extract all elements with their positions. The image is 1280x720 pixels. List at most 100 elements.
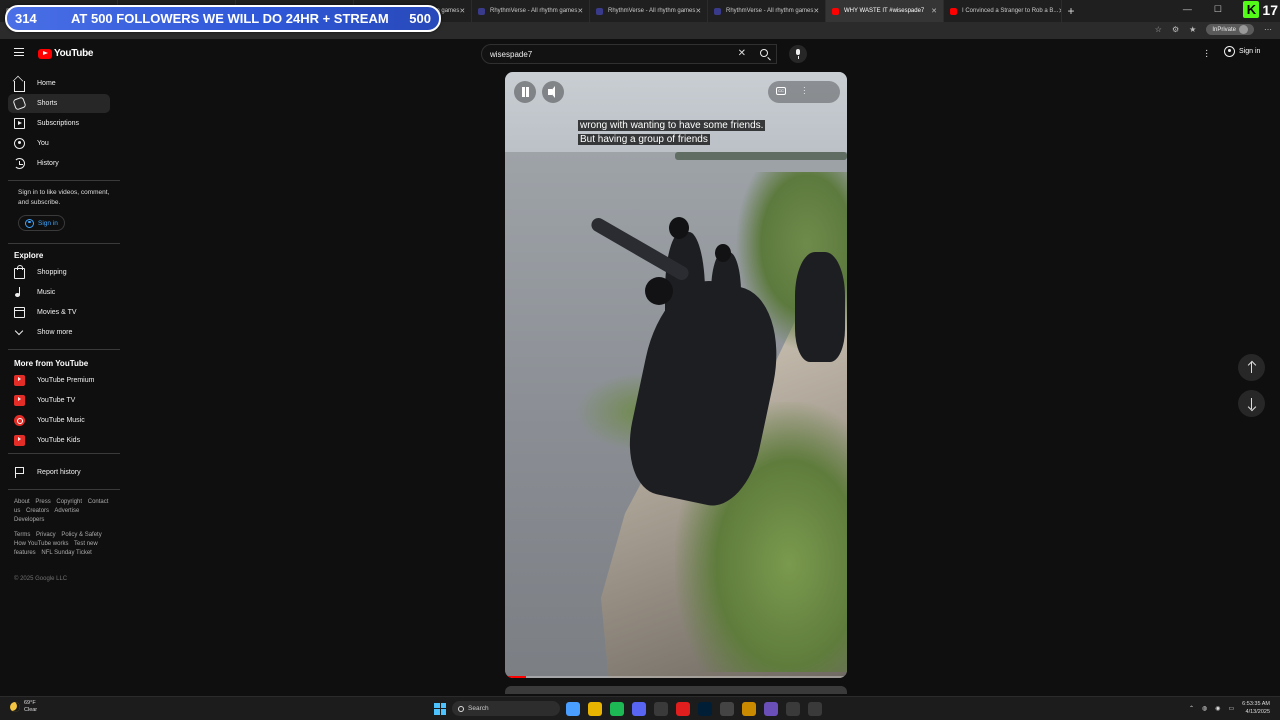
footer-links-secondary: Terms Privacy Policy & Safety How YouTub…: [14, 531, 114, 558]
search-box[interactable]: ✕: [481, 44, 777, 64]
header-signin-button[interactable]: Sign in: [1224, 46, 1260, 57]
youtube-tv-icon: [14, 395, 25, 406]
footer-links-primary: About Press Copyright Contact us Creator…: [14, 498, 114, 525]
footer-link[interactable]: Policy & Safety: [61, 532, 101, 538]
taskbar-app-icon[interactable]: [654, 701, 668, 716]
hamburger-menu-icon[interactable]: [14, 48, 24, 56]
sidebar-item-subscriptions[interactable]: Subscriptions: [8, 114, 110, 133]
footer-link[interactable]: NFL Sunday Ticket: [41, 550, 91, 556]
sidebar-signin-button[interactable]: Sign in: [18, 215, 65, 231]
captions-icon[interactable]: CC: [776, 87, 786, 95]
taskbar-app-icon[interactable]: [676, 701, 690, 716]
footer-link[interactable]: Developers: [14, 517, 44, 523]
tab-close-icon[interactable]: ✕: [577, 7, 583, 15]
tray-overflow-icon[interactable]: ⌃: [1189, 705, 1194, 712]
sidebar-item-report-history[interactable]: Report history: [8, 463, 110, 482]
sidebar: Home Shorts Subscriptions You History Sign i…: [0, 69, 122, 689]
tab-close-icon[interactable]: ✕: [695, 7, 701, 15]
sidebar-item-youtube-kids[interactable]: YouTube Kids: [8, 431, 110, 450]
sidebar-item-show-more[interactable]: Show more: [8, 323, 110, 342]
footer-link[interactable]: Press: [35, 499, 50, 505]
window-controls: — ☐: [1183, 4, 1222, 15]
footer-link[interactable]: About: [14, 499, 30, 505]
progress-bar[interactable]: [505, 676, 847, 678]
windows-taskbar: 69°F Clear Search ⌃ ◍ ◉ ▭ 6:53:35 AM 4/1…: [0, 696, 1280, 720]
youtube-logo[interactable]: YouTube: [38, 48, 94, 59]
clock[interactable]: 6:53:35 AM 4/13/2025: [1242, 700, 1270, 716]
sidebar-item-youtube-music[interactable]: YouTube Music: [8, 411, 110, 430]
address-bar-icons: ☆ ⚙ ★ InPrivate ⋯: [1155, 24, 1272, 35]
taskbar-app-icon[interactable]: [720, 701, 734, 716]
more-from-youtube-title: More from YouTube: [14, 359, 89, 368]
pause-button[interactable]: [514, 81, 536, 103]
taskbar-search[interactable]: Search: [452, 701, 560, 716]
tab-close-icon[interactable]: ✕: [459, 7, 465, 15]
next-short-button[interactable]: [1238, 390, 1265, 417]
sidebar-item-shopping[interactable]: Shopping: [8, 263, 110, 282]
browser-tab[interactable]: RhythmVerse - All rhythm games✕: [708, 0, 826, 22]
taskbar-app-icon[interactable]: [742, 701, 756, 716]
footer-link[interactable]: Advertise: [54, 508, 79, 514]
sidebar-item-label: YouTube Kids: [37, 437, 81, 444]
speaker-icon[interactable]: ◉: [1215, 705, 1220, 712]
footer-link[interactable]: Copyright: [56, 499, 82, 505]
divider: [8, 489, 120, 490]
taskbar-app-icon[interactable]: [764, 701, 778, 716]
voice-search-icon[interactable]: [789, 45, 807, 63]
clear-search-icon[interactable]: ✕: [738, 48, 746, 59]
footer-link[interactable]: Terms: [14, 532, 30, 538]
taskbar-app-icon[interactable]: [808, 701, 822, 716]
favorites-icon[interactable]: ★: [1189, 25, 1196, 34]
inprivate-badge[interactable]: InPrivate: [1206, 24, 1254, 35]
footer-link[interactable]: Privacy: [36, 532, 56, 538]
search-button[interactable]: [752, 44, 778, 64]
previous-short-button[interactable]: [1238, 354, 1265, 381]
footer-link[interactable]: Creators: [26, 508, 49, 514]
browser-tab[interactable]: RhythmVerse - All rhythm games✕: [590, 0, 708, 22]
sidebar-item-music[interactable]: Music: [8, 283, 110, 302]
tab-favicon-icon: [950, 7, 957, 15]
sidebar-item-label: Shopping: [37, 269, 67, 276]
sidebar-item-label: Home: [37, 80, 56, 87]
browser-menu-icon[interactable]: ⋯: [1264, 25, 1272, 34]
more-options-icon[interactable]: · · ·: [803, 84, 806, 98]
sidebar-item-youtube-tv[interactable]: YouTube TV: [8, 391, 110, 410]
taskbar-app-icon[interactable]: [786, 701, 800, 716]
sidebar-item-youtube-premium[interactable]: YouTube Premium: [8, 371, 110, 390]
browser-tab[interactable]: RhythmVerse - All rhythm games✕: [472, 0, 590, 22]
sidebar-item-movies-tv[interactable]: Movies & TV: [8, 303, 110, 322]
tab-close-icon[interactable]: ✕: [931, 7, 937, 15]
favorite-star-icon[interactable]: ☆: [1155, 25, 1162, 34]
network-icon[interactable]: ◍: [1202, 705, 1207, 712]
volume-button[interactable]: [542, 81, 564, 103]
settings-kebab-icon[interactable]: · · ·: [1205, 46, 1208, 62]
extensions-icon[interactable]: ⚙: [1172, 25, 1179, 34]
sidebar-item-you[interactable]: You: [8, 134, 110, 153]
maximize-icon[interactable]: ☐: [1214, 4, 1222, 15]
windows-start-icon[interactable]: [434, 702, 446, 715]
sidebar-item-home[interactable]: Home: [8, 74, 110, 93]
tab-close-icon[interactable]: ✕: [1058, 7, 1061, 15]
taskbar-app-icon[interactable]: [632, 701, 646, 716]
tab-favicon-icon: [478, 7, 485, 15]
shorts-player[interactable]: CC · · · wrong with wanting to have some f…: [505, 72, 847, 678]
browser-tab[interactable]: I Convinced a Stranger to Rob a B...✕: [944, 0, 1062, 22]
tab-title: RhythmVerse - All rhythm games: [726, 8, 814, 14]
progress-fill: [505, 676, 526, 678]
sidebar-item-history[interactable]: History: [8, 154, 110, 173]
taskbar-app-icon[interactable]: [610, 701, 624, 716]
footer-link[interactable]: How YouTube works: [14, 541, 68, 547]
minimize-icon[interactable]: —: [1183, 4, 1192, 15]
taskbar-app-icon[interactable]: [566, 701, 580, 716]
sidebar-item-shorts[interactable]: Shorts: [8, 94, 110, 113]
battery-icon[interactable]: ▭: [1229, 705, 1235, 712]
tab-favicon-icon: [714, 7, 721, 15]
search-input[interactable]: [490, 50, 730, 59]
new-tab-button[interactable]: +: [1062, 4, 1080, 18]
tab-close-icon[interactable]: ✕: [813, 7, 819, 15]
browser-tab[interactable]: WHY WASTE IT #wisespade7 ✕: [826, 0, 944, 22]
taskbar-app-icon[interactable]: [698, 701, 712, 716]
weather-widget[interactable]: 69°F Clear: [10, 700, 37, 714]
taskbar-app-icon[interactable]: [588, 701, 602, 716]
next-short-peek[interactable]: [505, 686, 847, 694]
